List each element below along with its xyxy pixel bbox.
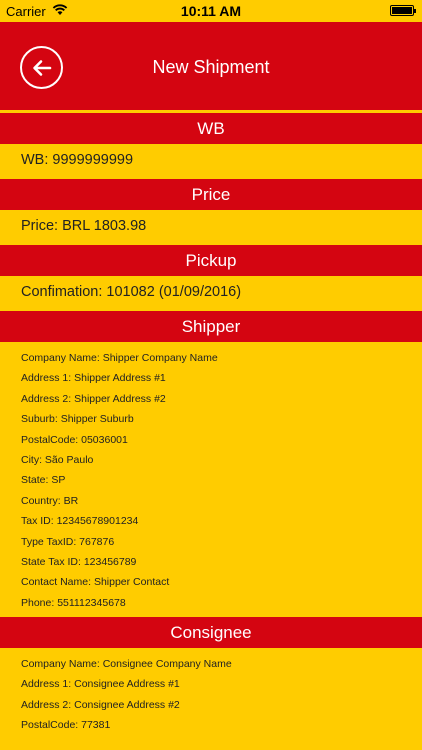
status-bar: Carrier 10:11 AM bbox=[0, 0, 422, 22]
page-title: New Shipment bbox=[152, 57, 270, 77]
shipper-country: Country: BR bbox=[21, 494, 79, 507]
pickup-confirmation: Confimation: 101082 (01/09/2016) bbox=[21, 284, 242, 300]
shipper-suburb: Suburb: Shipper Suburb bbox=[21, 413, 134, 426]
shipper-tax-id: Tax ID: 12345678901234 bbox=[21, 515, 139, 528]
shipper-contact-name: Contact Name: Shipper Contact bbox=[21, 576, 170, 589]
consignee-address-2: Address 2: Consignee Address #2 bbox=[21, 698, 180, 711]
status-time: 10:11 AM bbox=[180, 3, 242, 19]
shipper-address-1: Address 1: Shipper Address #1 bbox=[21, 372, 166, 385]
shipper-company-name: Company Name: Shipper Company Name bbox=[21, 352, 218, 364]
consignee-section-header: Consignee bbox=[0, 617, 422, 649]
shipper-section-header: Shipper bbox=[0, 311, 422, 342]
battery-icon bbox=[390, 5, 416, 16]
battery-level bbox=[392, 7, 412, 14]
shipper-type-tax-id: Type TaxID: 767876 bbox=[21, 535, 115, 548]
price-value: Price: BRL 1803.98 bbox=[21, 218, 147, 234]
consignee-company-name: Company Name: Consignee Company Name bbox=[21, 658, 232, 671]
wb-section-header: WB bbox=[0, 113, 422, 144]
shipper-phone: Phone: 551112345678 bbox=[21, 596, 126, 609]
consignee-address-1: Address 1: Consignee Address #1 bbox=[21, 678, 180, 691]
shipper-state-tax-id: State Tax ID: 123456789 bbox=[21, 555, 137, 568]
shipper-details: Company Name: Shipper Company Name Addre… bbox=[0, 342, 422, 617]
wb-value: WB: 9999999999 bbox=[21, 152, 134, 168]
shipper-address-2: Address 2: Shipper Address #2 bbox=[21, 392, 166, 405]
pickup-section-header: Pickup bbox=[0, 245, 422, 276]
price-section-header: Price bbox=[0, 179, 422, 210]
shipment-details: WB WB: 9999999999 Price Price: BRL 1803.… bbox=[0, 113, 422, 740]
shipper-postal-code: PostalCode: 05036001 bbox=[21, 433, 128, 446]
consignee-details: Company Name: Consignee Company Name Add… bbox=[0, 648, 422, 740]
shipper-city: City: São Paulo bbox=[21, 453, 94, 466]
shipper-state: State: SP bbox=[21, 474, 66, 487]
navigation-bar: New Shipment bbox=[0, 22, 422, 112]
consignee-postal-code: PostalCode: 77381 bbox=[21, 719, 111, 732]
